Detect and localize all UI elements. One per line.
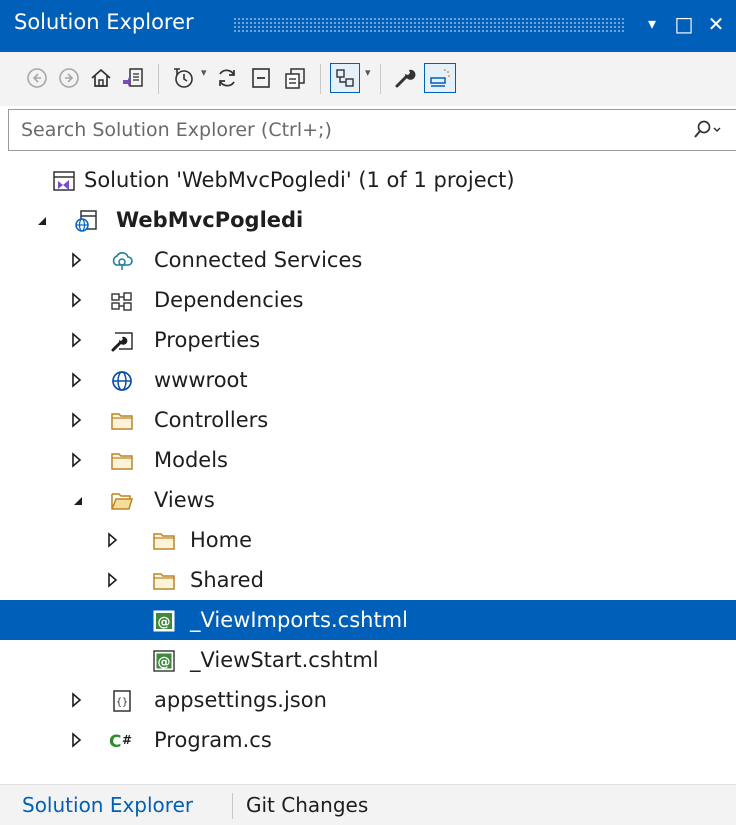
sync-icon[interactable] [212,63,242,93]
svg-text:#: # [122,733,132,747]
expand-arrow-icon[interactable] [70,732,84,748]
svg-text:@: @ [158,655,171,670]
folder-icon [152,529,176,553]
expand-arrow-icon[interactable] [106,532,120,548]
tree-item-label: appsettings.json [154,688,327,712]
csharp-file-icon: C # [108,729,138,753]
tree-item-appsettings[interactable]: {} appsettings.json [0,680,736,720]
tree-item-properties[interactable]: Properties [0,320,736,360]
tree-item-label: Shared [190,568,264,592]
tree-item-program[interactable]: C # Program.cs [0,720,736,760]
tree-item-label: Connected Services [154,248,363,272]
tree-item-label: Home [190,528,253,552]
tree-item-shared[interactable]: Shared [0,560,736,600]
collapse-all-icon[interactable] [246,63,276,93]
bottom-tab-strip: Solution Explorer Git Changes [0,784,736,825]
search-input[interactable] [9,110,661,150]
preview-selected-icon[interactable] [330,63,360,93]
tree-item-label: Properties [154,328,261,352]
solution-icon [52,169,76,193]
tree-item-views[interactable]: Views [0,480,736,520]
razor-file-icon: @ [152,649,176,673]
expand-arrow-icon[interactable] [70,372,84,388]
folder-icon [110,409,134,433]
tree-item-project[interactable]: WebMvcPogledi [0,200,736,240]
svg-text:{}: {} [116,697,128,708]
tree-item-label: Models [154,448,228,472]
preview-dropdown-icon[interactable]: ▾ [365,66,371,79]
collapse-arrow-icon[interactable] [70,492,84,508]
tree-item-viewstart[interactable]: @ _ViewStart.cshtml [0,640,736,680]
connected-services-icon [110,249,134,273]
toolbar: ▾ ▾ [0,52,736,106]
expand-arrow-icon[interactable] [70,452,84,468]
search-icon[interactable] [692,120,722,144]
close-icon[interactable]: ✕ [704,12,728,36]
filter-dropdown-icon[interactable]: ▾ [201,66,207,79]
dependencies-icon [110,289,134,313]
folder-icon [110,449,134,473]
open-folder-icon [110,489,134,513]
tree-item-models[interactable]: Models [0,440,736,480]
search-box [8,109,736,151]
tab-separator [232,793,233,819]
window-options-dropdown-icon[interactable]: ▾ [640,12,664,36]
tree-item-label: Controllers [154,408,269,432]
back-icon[interactable] [22,63,52,93]
svg-text:@: @ [158,615,171,630]
tree-item-wwwroot[interactable]: wwwroot [0,360,736,400]
web-project-icon [74,209,98,233]
tab-solution-explorer[interactable]: Solution Explorer [22,793,193,817]
json-file-icon: {} [110,689,134,713]
maximize-icon[interactable]: □ [672,12,696,36]
title-grip[interactable] [233,17,625,33]
home-icon[interactable] [86,63,116,93]
tree-item-home[interactable]: Home [0,520,736,560]
collapse-arrow-icon[interactable] [34,212,48,228]
tree-item-label: _ViewStart.cshtml [190,648,379,672]
tree-item-label: Program.cs [154,728,272,752]
tree-item-label: Dependencies [154,288,304,312]
razor-file-icon: @ [152,609,176,633]
svg-text:C: C [109,732,121,752]
tree-item-label: WebMvcPogledi [116,208,304,232]
tree-item-label: Views [154,488,215,512]
properties-icon[interactable] [390,63,420,93]
globe-icon [110,369,134,393]
show-all-files-icon[interactable] [280,63,310,93]
pending-changes-filter-icon[interactable] [168,63,198,93]
title-bar: Solution Explorer ▾ □ ✕ [0,0,736,52]
tree-item-connected-services[interactable]: Connected Services [0,240,736,280]
folder-icon [152,569,176,593]
expand-arrow-icon[interactable] [70,332,84,348]
tree-item-viewimports[interactable]: @ _ViewImports.cshtml [0,600,736,640]
forward-icon[interactable] [54,63,84,93]
tree-item-dependencies[interactable]: Dependencies [0,280,736,320]
git-icon[interactable] [424,63,456,93]
expand-arrow-icon[interactable] [70,412,84,428]
tree-item-solution[interactable]: Solution 'WebMvcPogledi' (1 of 1 project… [0,160,736,200]
expand-arrow-icon[interactable] [70,292,84,308]
expand-arrow-icon[interactable] [70,252,84,268]
window-title: Solution Explorer [14,10,194,34]
properties-wrench-icon [110,329,134,353]
expand-arrow-icon[interactable] [70,692,84,708]
tree-item-label: wwwroot [154,368,248,392]
switch-views-icon[interactable] [118,63,148,93]
tab-git-changes[interactable]: Git Changes [246,793,368,817]
tree-item-label: _ViewImports.cshtml [190,608,408,632]
tree-item-label: Solution 'WebMvcPogledi' (1 of 1 project… [84,168,515,192]
tree-item-controllers[interactable]: Controllers [0,400,736,440]
expand-arrow-icon[interactable] [106,572,120,588]
